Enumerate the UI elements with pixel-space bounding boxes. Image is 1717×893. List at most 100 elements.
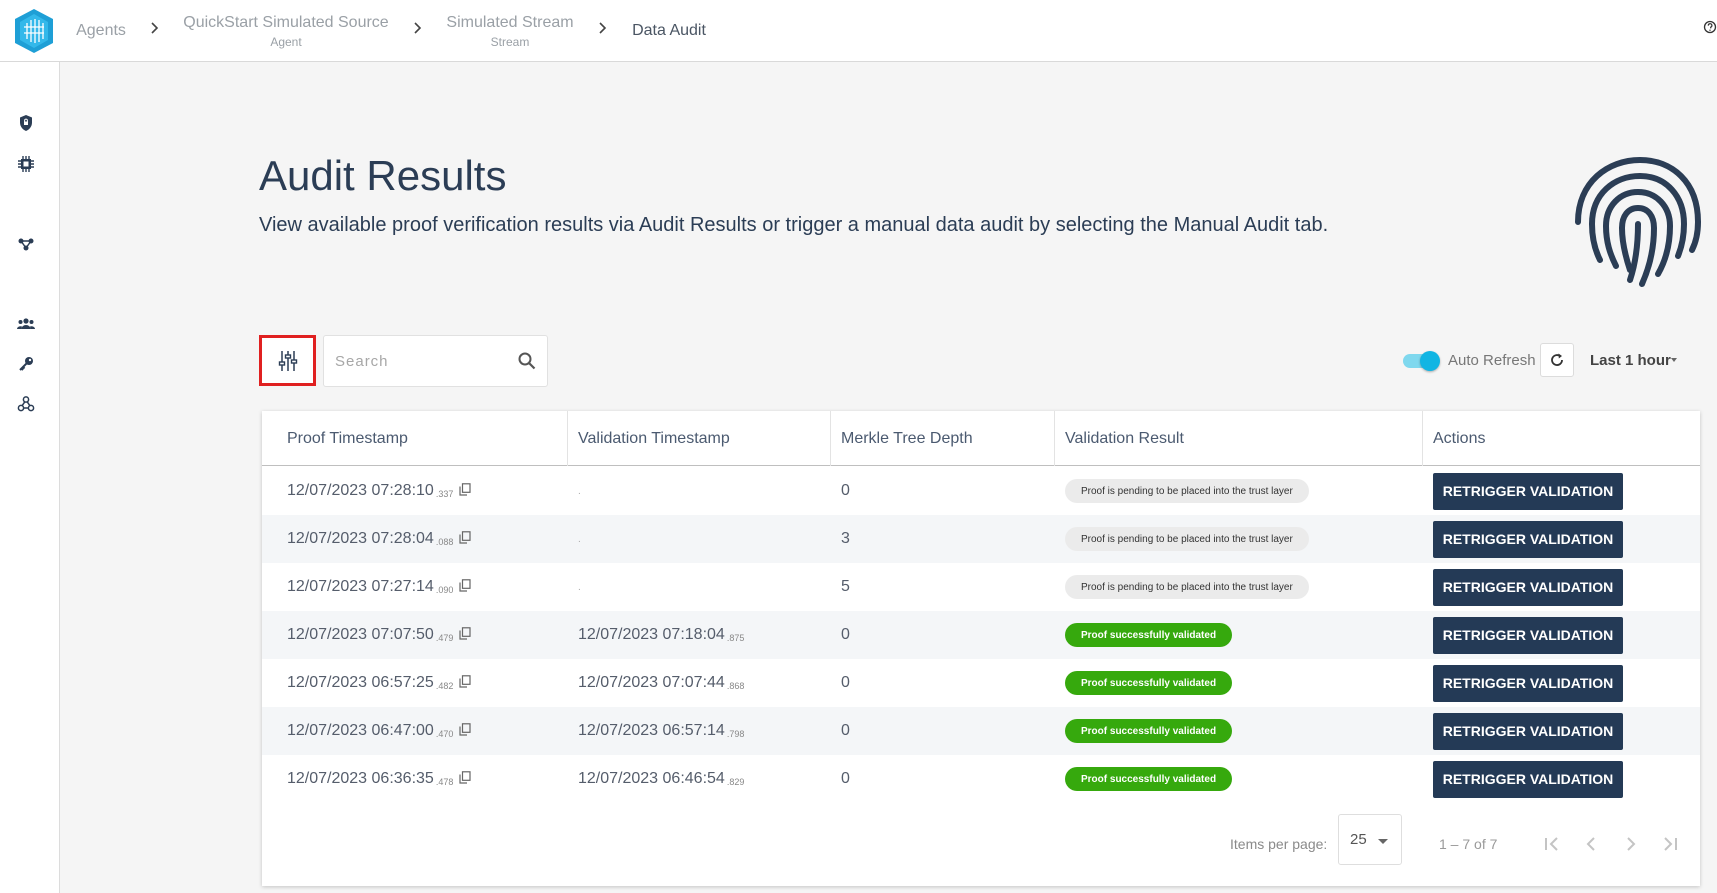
page-title: Audit Results: [259, 152, 507, 199]
validation-timestamp: 12/07/2023 07:07:44: [578, 674, 725, 691]
table-row: 12/07/2023 06:57:25.482 12/07/2023 07:07:…: [262, 659, 1700, 707]
next-page-icon[interactable]: [1620, 833, 1642, 855]
retrigger-validation-button[interactable]: RETRIGGER VALIDATION: [1433, 664, 1623, 702]
column-header-proof-timestamp[interactable]: Proof Timestamp: [262, 411, 568, 466]
validation-timestamp-cell: 12/07/2023 06:57:14.798: [578, 707, 744, 755]
validation-timestamp-cell: .: [578, 515, 581, 563]
retrigger-validation-button[interactable]: RETRIGGER VALIDATION: [1433, 568, 1623, 606]
proof-timestamp-cell: 12/07/2023 07:07:50.479: [287, 611, 471, 659]
proof-ms: .337: [435, 489, 454, 499]
audit-results-table: Proof Timestamp Validation Timestamp Mer…: [262, 411, 1700, 886]
auto-refresh-toggle[interactable]: [1403, 351, 1440, 371]
table-row: 12/07/2023 06:47:00.470 12/07/2023 06:57:…: [262, 707, 1700, 755]
breadcrumb-stream[interactable]: Simulated Stream Stream: [444, 0, 576, 62]
copy-icon[interactable]: [459, 482, 471, 496]
proof-ms: .482: [435, 681, 454, 691]
paginator-range-label: 1 – 7 of 7: [1439, 836, 1498, 852]
refresh-button[interactable]: [1540, 343, 1574, 377]
proof-timestamp-cell: 12/07/2023 07:27:14.090: [287, 563, 471, 611]
retrigger-validation-button[interactable]: RETRIGGER VALIDATION: [1433, 760, 1623, 798]
column-header-merkle-tree-depth[interactable]: Merkle Tree Depth: [831, 411, 1055, 466]
items-per-page-label: Items per page:: [1230, 836, 1328, 852]
validation-ms: .829: [726, 777, 745, 787]
copy-icon[interactable]: [459, 674, 471, 688]
last-page-icon[interactable]: [1659, 833, 1681, 855]
status-badge: Proof successfully validated: [1065, 767, 1233, 791]
breadcrumb-agents[interactable]: Agents: [72, 0, 130, 62]
retrigger-validation-button[interactable]: RETRIGGER VALIDATION: [1433, 520, 1623, 558]
refresh-icon: [1551, 353, 1563, 366]
proof-timestamp: 12/07/2023 06:57:25: [287, 674, 434, 691]
merkle-depth-cell: 0: [841, 626, 850, 643]
breadcrumb-agent[interactable]: QuickStart Simulated Source Agent: [181, 0, 391, 62]
status-badge: Proof is pending to be placed into the t…: [1065, 479, 1309, 503]
breadcrumb-data-audit: Data Audit: [632, 22, 706, 39]
group-icon[interactable]: [17, 315, 35, 333]
actions-cell: RETRIGGER VALIDATION: [1433, 659, 1623, 707]
items-per-page-value: 25: [1350, 831, 1367, 848]
proof-timestamp-cell: 12/07/2023 06:36:35.478: [287, 755, 471, 803]
validation-timestamp-cell: .: [578, 467, 581, 515]
copy-icon[interactable]: [459, 770, 471, 784]
empty-validation-placeholder: .: [578, 533, 581, 545]
fingerprint-icon: [1575, 156, 1701, 287]
proof-timestamp: 12/07/2023 07:28:10: [287, 482, 434, 499]
copy-icon[interactable]: [459, 626, 471, 640]
column-header-validation-timestamp[interactable]: Validation Timestamp: [568, 411, 831, 466]
toggle-knob: [1420, 351, 1440, 371]
app-logo-icon[interactable]: [12, 7, 56, 55]
validation-result-cell: Proof successfully validated: [1065, 755, 1233, 803]
proof-timestamp-cell: 12/07/2023 07:28:10.337: [287, 467, 471, 515]
first-page-icon[interactable]: [1541, 833, 1563, 855]
copy-icon[interactable]: [459, 530, 471, 544]
chevron-right-icon: [599, 22, 607, 34]
webhook-icon[interactable]: [17, 395, 35, 413]
validation-timestamp-cell: .: [578, 563, 581, 611]
proof-ms: .470: [435, 729, 454, 739]
proof-timestamp-cell: 12/07/2023 06:57:25.482: [287, 659, 471, 707]
filter-button[interactable]: [259, 335, 316, 386]
retrigger-validation-button[interactable]: RETRIGGER VALIDATION: [1433, 712, 1623, 750]
caret-down-icon[interactable]: [1671, 358, 1677, 362]
validation-result-cell: Proof is pending to be placed into the t…: [1065, 467, 1309, 515]
help-circle-icon[interactable]: [1703, 20, 1717, 34]
status-badge: Proof is pending to be placed into the t…: [1065, 527, 1309, 551]
merkle-depth-cell: 0: [841, 722, 850, 739]
proof-timestamp: 12/07/2023 07:28:04: [287, 530, 434, 547]
merkle-depth-cell: 3: [841, 530, 850, 547]
key-icon[interactable]: [17, 355, 35, 373]
column-header-validation-result[interactable]: Validation Result: [1055, 411, 1423, 466]
search-icon[interactable]: [517, 351, 537, 371]
previous-page-icon[interactable]: [1580, 833, 1602, 855]
filter-sliders-icon: [278, 350, 297, 371]
validation-result-cell: Proof successfully validated: [1065, 611, 1233, 659]
sidebar: [0, 62, 60, 893]
chevron-right-icon: [414, 22, 422, 34]
shield-icon[interactable]: [17, 114, 35, 132]
validation-ms: .798: [726, 729, 745, 739]
empty-validation-placeholder: .: [578, 485, 581, 497]
validation-result-cell: Proof successfully validated: [1065, 659, 1233, 707]
actions-cell: RETRIGGER VALIDATION: [1433, 467, 1623, 515]
proof-ms: .090: [435, 585, 454, 595]
copy-icon[interactable]: [459, 722, 471, 736]
validation-timestamp-cell: 12/07/2023 07:18:04.875: [578, 611, 744, 659]
validation-timestamp-cell: 12/07/2023 06:46:54.829: [578, 755, 744, 803]
copy-icon[interactable]: [459, 578, 471, 592]
validation-timestamp-cell: 12/07/2023 07:07:44.868: [578, 659, 744, 707]
chip-icon[interactable]: [17, 155, 35, 173]
time-range-select[interactable]: Last 1 hour: [1590, 352, 1671, 369]
top-bar: Agents QuickStart Simulated Source Agent…: [0, 0, 1717, 62]
search-input[interactable]: Search: [323, 335, 548, 387]
actions-cell: RETRIGGER VALIDATION: [1433, 755, 1623, 803]
items-per-page-select[interactable]: 25: [1338, 814, 1402, 865]
retrigger-validation-button[interactable]: RETRIGGER VALIDATION: [1433, 472, 1623, 510]
status-badge: Proof successfully validated: [1065, 671, 1233, 695]
proof-timestamp: 12/07/2023 06:47:00: [287, 722, 434, 739]
status-badge: Proof successfully validated: [1065, 719, 1233, 743]
validation-timestamp: 12/07/2023 07:18:04: [578, 626, 725, 643]
share-nodes-icon[interactable]: [17, 235, 35, 253]
retrigger-validation-button[interactable]: RETRIGGER VALIDATION: [1433, 616, 1623, 654]
caret-down-icon: [1378, 839, 1388, 844]
page-subtitle: View available proof verification result…: [259, 214, 1329, 236]
